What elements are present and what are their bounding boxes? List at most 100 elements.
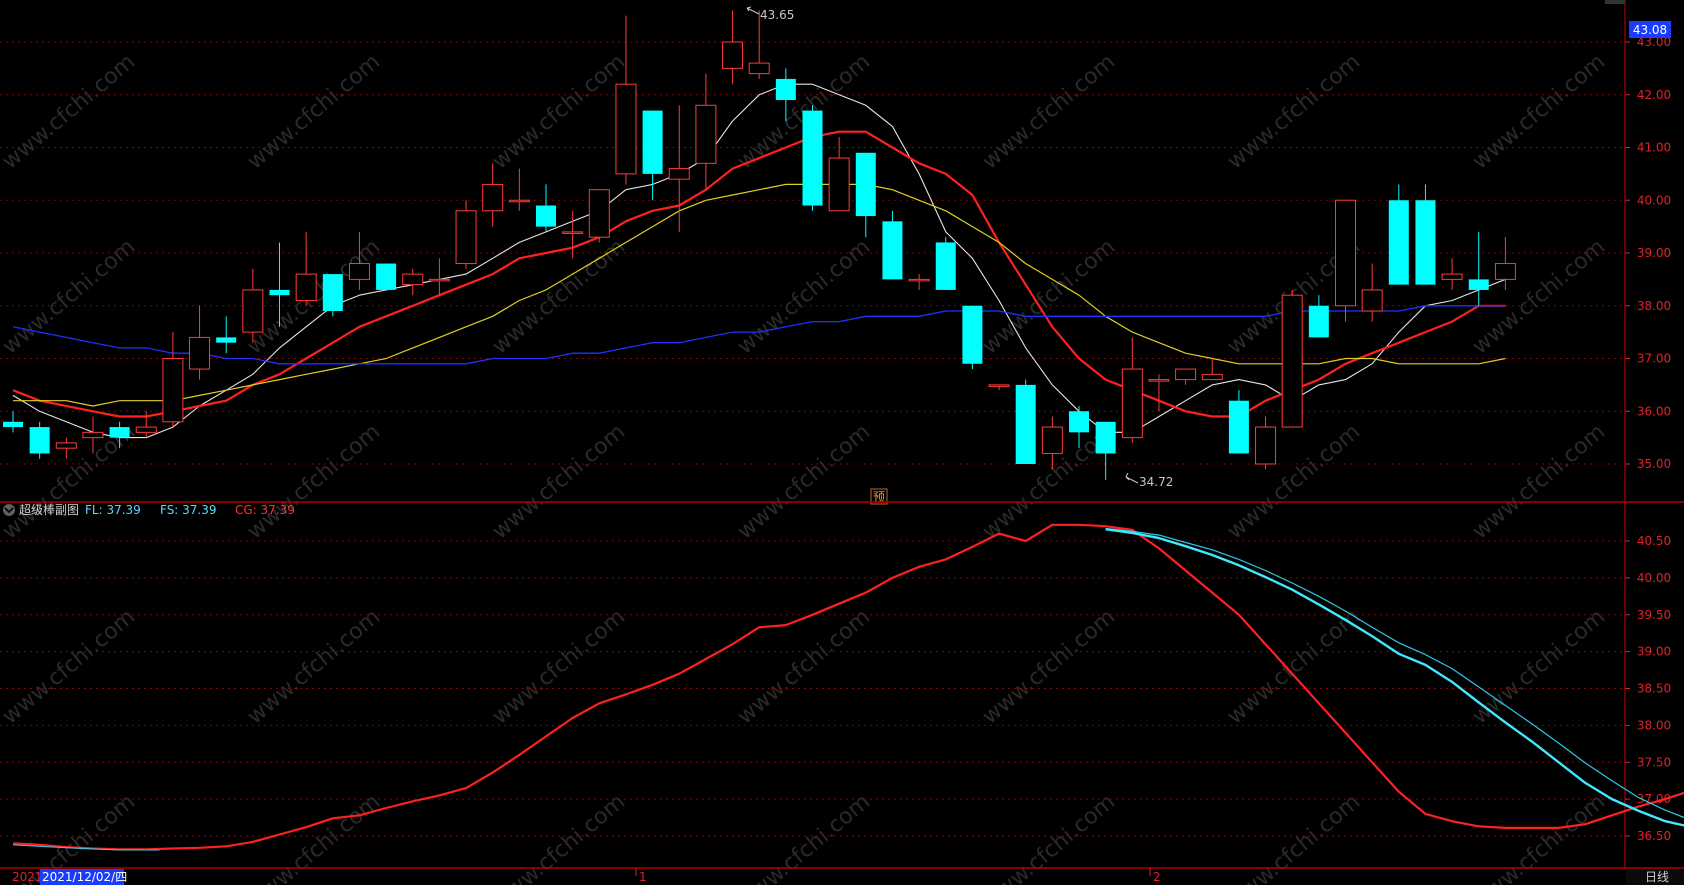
candle-body bbox=[376, 263, 397, 290]
collapse-toggle-icon[interactable] bbox=[3, 504, 15, 516]
high-price-label: 43.65 bbox=[760, 8, 794, 22]
candle-body bbox=[269, 289, 290, 296]
price-axis-label: 42.00 bbox=[1637, 88, 1671, 102]
candle-body bbox=[882, 221, 903, 280]
candle-body bbox=[1308, 305, 1329, 338]
candle-body bbox=[135, 426, 157, 433]
candle-body bbox=[508, 199, 530, 203]
candle-body bbox=[615, 83, 637, 175]
candle-body bbox=[1361, 289, 1383, 312]
candle-body bbox=[1015, 384, 1036, 464]
candle-body bbox=[482, 183, 504, 212]
candle-body bbox=[55, 442, 77, 449]
price-axis-label: 36.00 bbox=[1637, 404, 1671, 418]
candle-body bbox=[322, 274, 343, 312]
indicator-axis-label: 39.00 bbox=[1637, 645, 1671, 659]
window-corner-control[interactable] bbox=[1605, 0, 1625, 4]
candle-body bbox=[1069, 411, 1089, 433]
candle-body bbox=[642, 110, 663, 174]
current-price-tag: 43.08 bbox=[1633, 23, 1667, 37]
candle-body bbox=[855, 152, 876, 217]
month-label-2: 2 bbox=[1153, 870, 1161, 884]
candle-up[interactable] bbox=[1335, 199, 1356, 322]
indicator-axis-label: 37.50 bbox=[1637, 755, 1671, 769]
candle-up[interactable] bbox=[588, 189, 610, 243]
candle-body bbox=[1228, 400, 1249, 454]
price-axis-label: 41.00 bbox=[1637, 141, 1671, 155]
candle-body bbox=[29, 427, 50, 454]
candle-body bbox=[348, 263, 370, 280]
indicator-axis-label: 39.50 bbox=[1637, 608, 1671, 622]
candle-body bbox=[1255, 426, 1277, 465]
candle-up[interactable] bbox=[455, 200, 477, 269]
candle-body bbox=[1468, 279, 1489, 290]
indicator-cg-value: CG: 37.39 bbox=[235, 503, 295, 517]
candle-down[interactable] bbox=[935, 237, 956, 290]
candle-body bbox=[455, 210, 477, 265]
candle-down[interactable] bbox=[29, 421, 50, 459]
candle-body bbox=[588, 189, 610, 238]
candle-down[interactable] bbox=[322, 274, 343, 317]
period-button-label: 日线 bbox=[1645, 870, 1669, 884]
indicator-axis-label: 40.00 bbox=[1637, 571, 1671, 585]
price-axis-label: 40.00 bbox=[1637, 193, 1671, 207]
candle-down[interactable] bbox=[1015, 379, 1036, 464]
candle-body bbox=[1175, 368, 1197, 381]
candle-body bbox=[935, 242, 956, 290]
period-button[interactable]: 日线 bbox=[1626, 869, 1684, 885]
price-axis-label: 35.00 bbox=[1637, 457, 1671, 471]
candle-body bbox=[428, 278, 450, 282]
indicator-axis-label: 38.00 bbox=[1637, 718, 1671, 732]
candle-body bbox=[295, 273, 317, 301]
candle-body bbox=[1095, 421, 1116, 454]
candle-body bbox=[1494, 263, 1516, 280]
candle-down[interactable] bbox=[802, 105, 823, 211]
candle-body bbox=[562, 231, 584, 234]
candle-up[interactable] bbox=[1281, 289, 1303, 428]
indicator-axis-label: 38.50 bbox=[1637, 682, 1671, 696]
candle-body bbox=[402, 273, 424, 286]
candle-body bbox=[1441, 273, 1463, 280]
candle-body bbox=[962, 305, 983, 364]
candle-body bbox=[908, 278, 930, 282]
candle-body bbox=[1388, 200, 1409, 285]
price-axis-label: 39.00 bbox=[1637, 246, 1671, 260]
candle-body bbox=[82, 431, 104, 439]
indicator-fs-value: FS: 37.39 bbox=[160, 503, 217, 517]
time-axis-left-label: 2021 bbox=[12, 870, 43, 884]
candle-body bbox=[242, 289, 264, 333]
candle-body bbox=[828, 157, 850, 212]
indicator-name: 超级棒副图 bbox=[19, 502, 79, 517]
indicator-axis-label: 36.50 bbox=[1637, 829, 1671, 843]
indicator-axis-label: 40.50 bbox=[1637, 534, 1671, 548]
month-label-1: 1 bbox=[639, 870, 647, 884]
price-axis-label: 38.00 bbox=[1637, 299, 1671, 313]
indicator-fl-value: FL: 37.39 bbox=[85, 503, 141, 517]
candle-body bbox=[109, 427, 130, 438]
candle-body bbox=[1201, 373, 1223, 381]
candle-body bbox=[668, 168, 690, 180]
candle-body bbox=[1335, 199, 1356, 307]
candle-body bbox=[695, 104, 717, 164]
candle-body bbox=[1148, 379, 1170, 382]
candle-body bbox=[722, 41, 744, 69]
candle-body bbox=[802, 110, 823, 206]
candle-body bbox=[988, 384, 1010, 387]
price-axis-label: 37.00 bbox=[1637, 352, 1671, 366]
cursor-date-tag: 2021/12/02/四 bbox=[42, 870, 127, 884]
candle-down[interactable] bbox=[376, 263, 397, 290]
candle-body bbox=[216, 337, 237, 343]
stock-chart-window[interactable]: www.cfchi.com www.cfchi.com www.cfchi.com w… bbox=[0, 0, 1684, 885]
low-price-label: 34.72 bbox=[1139, 475, 1173, 489]
candle-body bbox=[748, 62, 770, 75]
candle-body bbox=[162, 358, 184, 423]
candle-body bbox=[536, 205, 556, 227]
candle-down[interactable] bbox=[962, 305, 983, 370]
candle-body bbox=[775, 78, 796, 101]
candle-body bbox=[3, 421, 23, 428]
candle-body bbox=[189, 336, 211, 370]
candle-body bbox=[1281, 294, 1303, 428]
candle-body bbox=[1121, 368, 1143, 439]
candle-body bbox=[1415, 200, 1436, 285]
candle-body bbox=[1041, 426, 1063, 454]
